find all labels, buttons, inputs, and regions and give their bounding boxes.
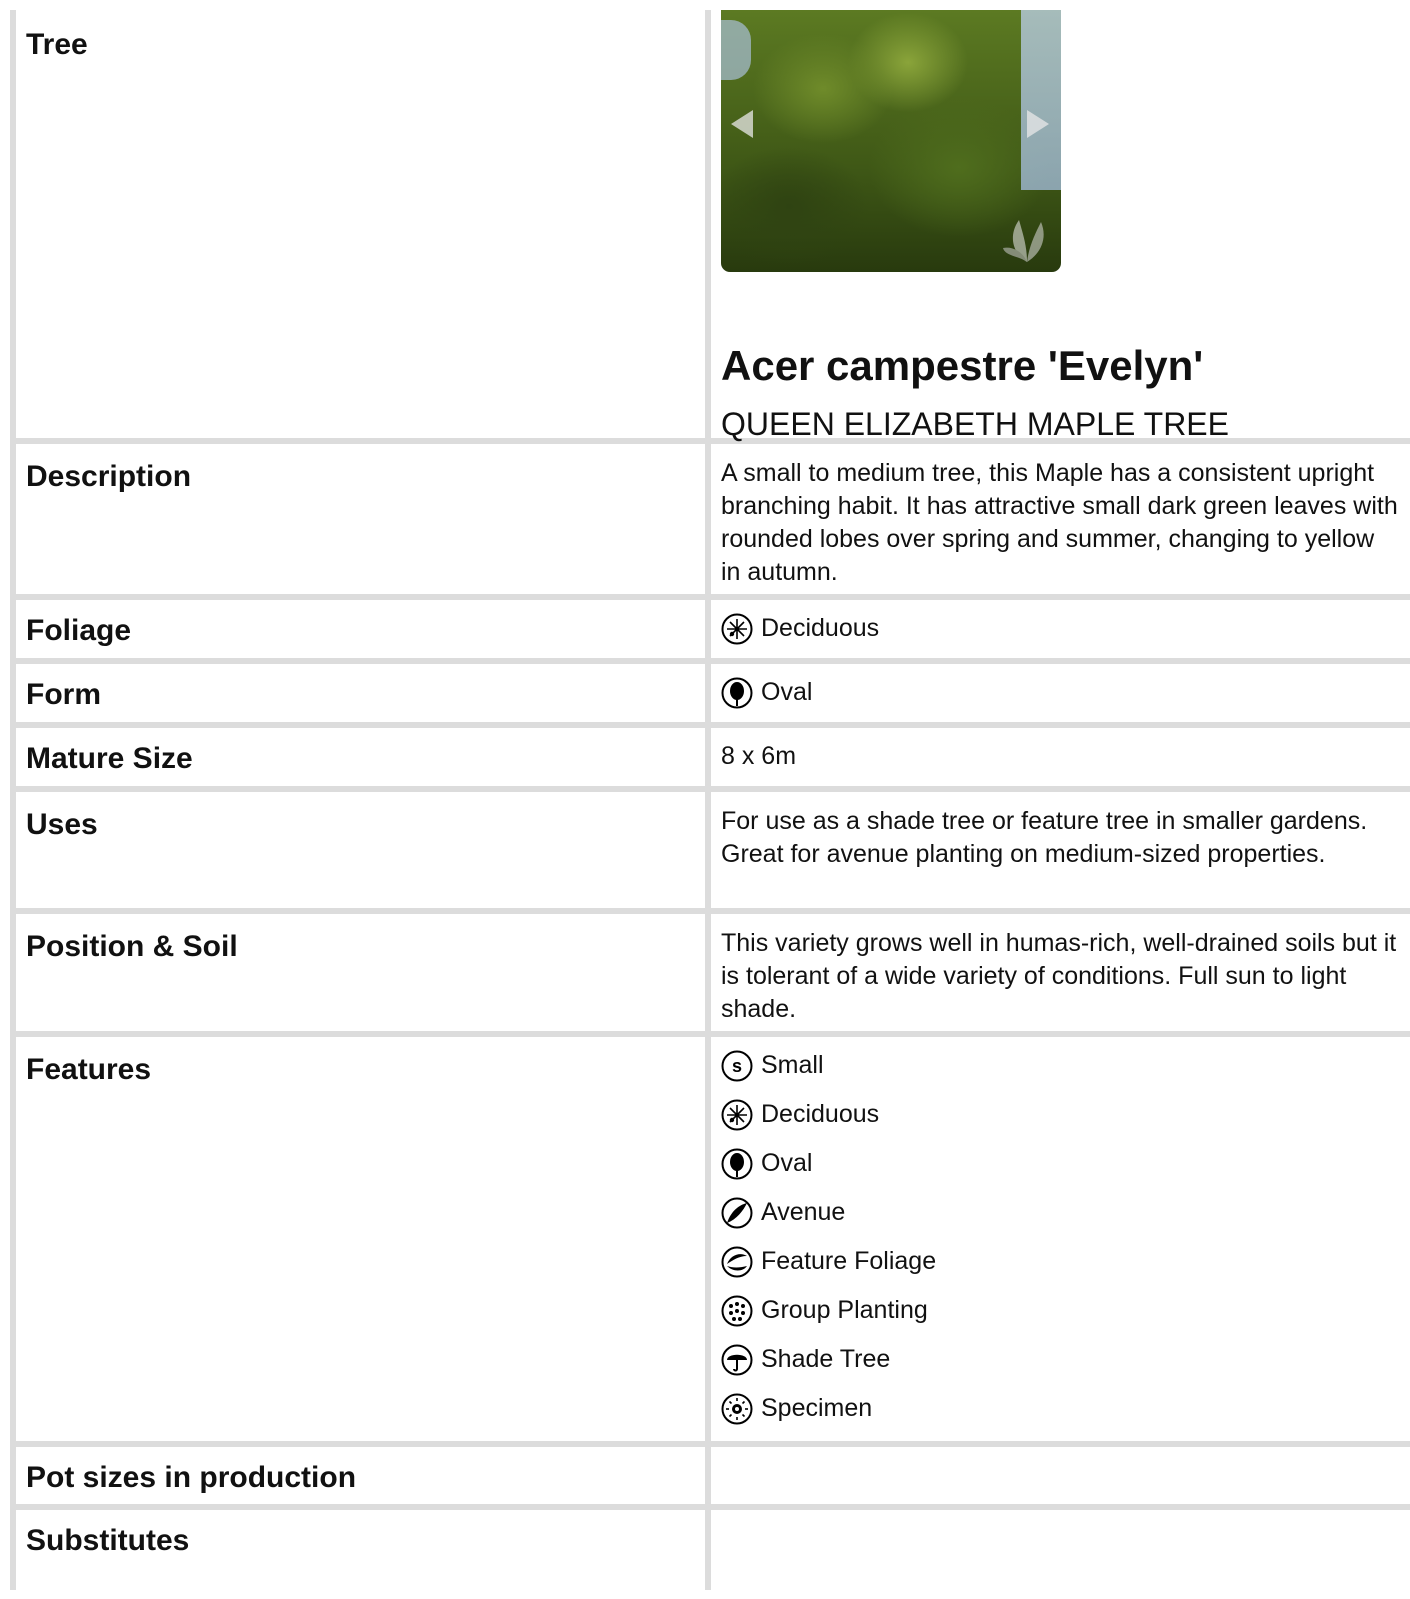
- feature-item: Group Planting: [721, 1286, 1400, 1335]
- deciduous-icon: [721, 1099, 753, 1130]
- feature-name: Oval: [761, 1149, 813, 1177]
- row-label-cell: Substitutes: [16, 1510, 705, 1590]
- plant-photo: [721, 10, 1061, 272]
- feature-item: Feature Foliage: [721, 1237, 1400, 1286]
- small-icon: s: [721, 1050, 753, 1081]
- mature-size-cell: 8 x 6m: [711, 728, 1410, 786]
- row-label-cell: Uses: [16, 792, 705, 908]
- features-label: Features: [26, 1053, 152, 1086]
- uses-cell: For use as a shade tree or feature tree …: [711, 792, 1410, 908]
- position-soil-text: This variety grows well in humas-rich, w…: [721, 929, 1397, 1023]
- oval-icon: [721, 677, 753, 708]
- feature-name: Group Planting: [761, 1296, 928, 1324]
- description-cell: A small to medium tree, this Maple has a…: [711, 444, 1410, 594]
- form-cell: Oval: [711, 664, 1410, 722]
- feature-name: Shade Tree: [761, 1345, 891, 1373]
- feature-name: Avenue: [761, 1198, 846, 1226]
- row-uses: Uses For use as a shade tree or feature …: [10, 792, 1410, 908]
- row-description: Description A small to medium tree, this…: [10, 444, 1410, 594]
- mature-size-text: 8 x 6m: [721, 742, 797, 770]
- row-label-cell: Tree: [16, 10, 705, 438]
- feature-name: Small: [761, 1051, 824, 1079]
- avenue-icon: [721, 1197, 753, 1228]
- feature-name: Specimen: [761, 1394, 873, 1422]
- plant-name: Acer campestre 'Evelyn': [721, 342, 1204, 389]
- feature-item: Avenue: [721, 1188, 1400, 1237]
- features-cell: s Small Deciduous Oval Avenue Feature Fo…: [711, 1037, 1410, 1441]
- position-soil-label: Position & Soil: [26, 930, 238, 963]
- row-tree: Tree Acer campestre 'Evelyn' QUEEN ELIZA…: [10, 10, 1410, 442]
- row-label-cell: Position & Soil: [16, 914, 705, 1031]
- uses-text: For use as a shade tree or feature tree …: [721, 807, 1368, 868]
- feature-item: Deciduous: [721, 1090, 1400, 1139]
- row-substitutes: Substitutes: [10, 1510, 1410, 1590]
- feature-item: Specimen: [721, 1384, 1400, 1433]
- row-position-soil: Position & Soil This variety grows well …: [10, 914, 1410, 1031]
- row-pot-sizes: Pot sizes in production: [10, 1447, 1410, 1504]
- mature-size-label: Mature Size: [26, 742, 193, 775]
- substitutes-label: Substitutes: [26, 1524, 190, 1557]
- description-text: A small to medium tree, this Maple has a…: [721, 459, 1398, 586]
- leaf-watermark-icon: [1003, 220, 1044, 262]
- gallery-next-arrow-icon[interactable]: [1027, 110, 1049, 138]
- foliage-value: Deciduous: [721, 604, 1400, 653]
- feature-item: Oval: [721, 1139, 1400, 1188]
- tree-content-cell: Acer campestre 'Evelyn' QUEEN ELIZABETH …: [711, 10, 1410, 442]
- substitutes-cell: [711, 1510, 1410, 1590]
- row-label-cell: Description: [16, 444, 705, 594]
- plant-details-table: Tree Acer campestre 'Evelyn' QUEEN ELIZA…: [10, 10, 1410, 1590]
- common-name: QUEEN ELIZABETH MAPLE TREE: [721, 406, 1229, 442]
- feature-foliage-icon: [721, 1246, 753, 1277]
- uses-label: Uses: [26, 808, 98, 841]
- foliage-cell: Deciduous: [711, 600, 1410, 658]
- pot-sizes-cell: [711, 1447, 1410, 1504]
- form-text: Oval: [761, 678, 813, 706]
- shade-tree-icon: [721, 1344, 753, 1375]
- tree-label: Tree: [26, 28, 88, 61]
- pot-sizes-label: Pot sizes in production: [26, 1461, 357, 1494]
- feature-item: Shade Tree: [721, 1335, 1400, 1384]
- svg-text:s: s: [732, 1056, 742, 1076]
- feature-name: Deciduous: [761, 1100, 880, 1128]
- foliage-text: Deciduous: [761, 614, 880, 642]
- feature-item: s Small: [721, 1041, 1400, 1090]
- group-planting-icon: [721, 1295, 753, 1326]
- feature-name: Feature Foliage: [761, 1247, 937, 1275]
- specimen-icon: [721, 1393, 753, 1424]
- row-form: Form Oval: [10, 664, 1410, 722]
- oval-icon: [721, 1148, 753, 1179]
- row-label-cell: Features: [16, 1037, 705, 1441]
- row-mature-size: Mature Size 8 x 6m: [10, 728, 1410, 786]
- form-value: Oval: [721, 668, 1400, 717]
- row-label-cell: Mature Size: [16, 728, 705, 786]
- row-label-cell: Form: [16, 664, 705, 722]
- gallery-prev-arrow-icon[interactable]: [731, 110, 753, 138]
- description-label: Description: [26, 460, 192, 493]
- row-features: Features s Small Deciduous Oval Avenue F…: [10, 1037, 1410, 1441]
- row-label-cell: Foliage: [16, 600, 705, 658]
- form-label: Form: [26, 678, 101, 711]
- row-label-cell: Pot sizes in production: [16, 1447, 705, 1504]
- position-soil-cell: This variety grows well in humas-rich, w…: [711, 914, 1410, 1031]
- foliage-label: Foliage: [26, 614, 132, 647]
- row-foliage: Foliage Deciduous: [10, 600, 1410, 658]
- deciduous-icon: [721, 613, 753, 644]
